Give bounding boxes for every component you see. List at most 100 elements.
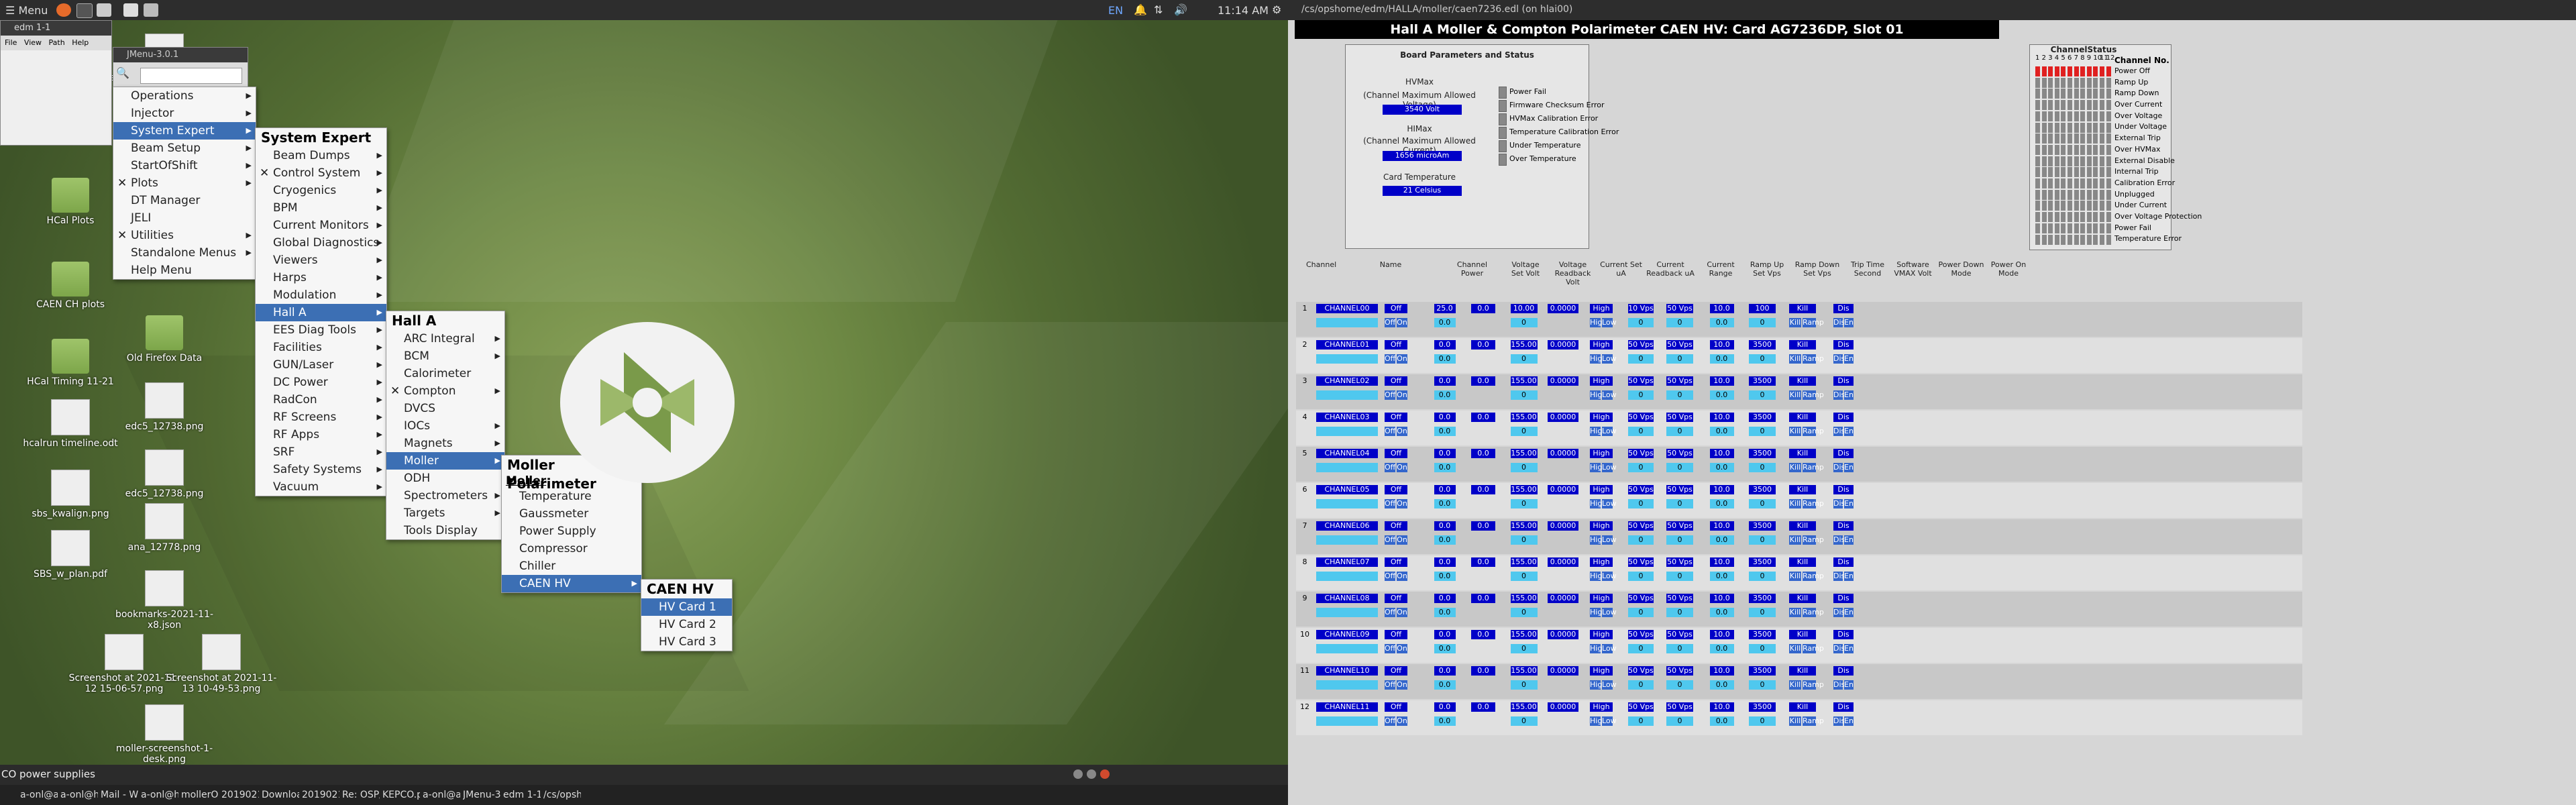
kill-button[interactable]: Kill bbox=[1789, 644, 1801, 653]
menu-item[interactable]: CAEN HV ▶ bbox=[502, 575, 641, 592]
voltage-set-input[interactable]: 0.0 bbox=[1434, 680, 1456, 690]
channel-name-input[interactable] bbox=[1316, 354, 1378, 364]
power-off-button[interactable]: Off bbox=[1385, 644, 1395, 653]
ramp-down-input[interactable]: 0 bbox=[1666, 680, 1693, 690]
ramp-down-input[interactable]: 0 bbox=[1666, 318, 1693, 327]
ramp-up-input[interactable]: 0 bbox=[1628, 463, 1654, 472]
range-high-button[interactable]: High bbox=[1590, 572, 1607, 581]
power-off-button[interactable]: Off bbox=[1385, 499, 1395, 508]
en-button[interactable]: En bbox=[1844, 608, 1854, 617]
voltage-set-input[interactable]: 0.0 bbox=[1434, 572, 1456, 581]
trip-time-input[interactable]: 0.0 bbox=[1709, 390, 1734, 400]
edm-mini-window[interactable]: edm 1-1 File View Path Help bbox=[0, 20, 112, 146]
menu-item[interactable]: Targets ▶ bbox=[386, 504, 504, 522]
ramp-up-input[interactable]: 0 bbox=[1628, 499, 1654, 508]
taskbar-item[interactable]: edm 1-1-... bbox=[503, 787, 541, 803]
menu-button[interactable]: ☰ Menu bbox=[5, 4, 48, 17]
range-high-button[interactable]: High bbox=[1590, 680, 1607, 690]
kill-button[interactable]: Kill bbox=[1789, 680, 1801, 690]
taskbar-item[interactable]: a-onl@a... bbox=[20, 787, 58, 803]
en-button[interactable]: En bbox=[1844, 535, 1854, 545]
dis-button[interactable]: Dis bbox=[1833, 499, 1845, 508]
menu-item[interactable]: Hall A ▶ bbox=[256, 304, 386, 321]
software-vmax-input[interactable]: 0 bbox=[1749, 644, 1776, 653]
range-low-button[interactable]: Low bbox=[1602, 680, 1617, 690]
current-set-input[interactable]: 0 bbox=[1510, 680, 1538, 690]
power-off-button[interactable]: Off bbox=[1385, 390, 1395, 400]
range-low-button[interactable]: Low bbox=[1602, 535, 1617, 545]
channel-name-input[interactable] bbox=[1316, 318, 1378, 327]
ramp-up-input[interactable]: 0 bbox=[1628, 644, 1654, 653]
menu-path[interactable]: Path bbox=[49, 38, 65, 47]
ramp-button[interactable]: Ramp bbox=[1803, 463, 1824, 472]
kill-button[interactable]: Kill bbox=[1789, 572, 1801, 581]
kill-button[interactable]: Kill bbox=[1789, 535, 1801, 545]
dis-button[interactable]: Dis bbox=[1833, 644, 1845, 653]
menu-item[interactable]: DT Manager bbox=[113, 192, 256, 209]
current-set-input[interactable]: 0 bbox=[1510, 608, 1538, 617]
menu-item[interactable]: Injector ▶ bbox=[113, 105, 256, 122]
trip-time-input[interactable]: 0.0 bbox=[1709, 463, 1734, 472]
notification-icon[interactable]: 🔔 bbox=[1134, 3, 1147, 16]
range-high-button[interactable]: High bbox=[1590, 318, 1607, 327]
power-off-button[interactable]: Off bbox=[1385, 535, 1395, 545]
menu-item[interactable]: GUN/Laser ▶ bbox=[256, 356, 386, 374]
power-on-button[interactable]: On bbox=[1397, 499, 1407, 508]
software-vmax-input[interactable]: 0 bbox=[1749, 572, 1776, 581]
channel-name-input[interactable] bbox=[1316, 390, 1378, 400]
range-low-button[interactable]: Low bbox=[1602, 463, 1617, 472]
menu-file[interactable]: File bbox=[5, 38, 17, 47]
trip-time-input[interactable]: 0.0 bbox=[1709, 499, 1734, 508]
power-off-button[interactable]: Off bbox=[1385, 354, 1395, 364]
dis-button[interactable]: Dis bbox=[1833, 572, 1845, 581]
desktop-icon[interactable]: Screenshot at 2021-11-13 10-49-53.png bbox=[164, 634, 278, 694]
range-low-button[interactable]: Low bbox=[1602, 499, 1617, 508]
taskbar-item[interactable]: Re: OSP/... bbox=[342, 787, 380, 803]
menu-item[interactable]: RadCon ▶ bbox=[256, 391, 386, 409]
trip-time-input[interactable]: 0.0 bbox=[1709, 572, 1734, 581]
desktop-icon[interactable]: ana_12778.png bbox=[107, 503, 221, 553]
channel-name-input[interactable] bbox=[1316, 463, 1378, 472]
desktop-icon[interactable]: bookmarks-2021-11-x8.json bbox=[107, 570, 221, 631]
menu-item[interactable]: Beam Setup ▶ bbox=[113, 140, 256, 157]
network-icon[interactable]: ⇅ bbox=[1154, 3, 1163, 16]
ramp-down-input[interactable]: 0 bbox=[1666, 572, 1693, 581]
voltage-set-input[interactable]: 0.0 bbox=[1434, 427, 1456, 436]
current-set-input[interactable]: 0 bbox=[1510, 716, 1538, 726]
ramp-down-input[interactable]: 0 bbox=[1666, 716, 1693, 726]
ramp-up-input[interactable]: 0 bbox=[1628, 390, 1654, 400]
ramp-down-input[interactable]: 0 bbox=[1666, 608, 1693, 617]
menu-item[interactable]: Temperature bbox=[502, 488, 641, 505]
power-on-button[interactable]: On bbox=[1397, 572, 1407, 581]
power-on-button[interactable]: On bbox=[1397, 463, 1407, 472]
kill-button[interactable]: Kill bbox=[1789, 354, 1801, 364]
power-off-button[interactable]: Off bbox=[1385, 463, 1395, 472]
channel-name-input[interactable] bbox=[1316, 535, 1378, 545]
ramp-button[interactable]: Ramp bbox=[1803, 354, 1824, 364]
software-vmax-input[interactable]: 0 bbox=[1749, 463, 1776, 472]
kill-button[interactable]: Kill bbox=[1789, 318, 1801, 327]
channel-name-input[interactable] bbox=[1316, 644, 1378, 653]
trip-time-input[interactable]: 0.0 bbox=[1709, 535, 1734, 545]
power-off-button[interactable]: Off bbox=[1385, 680, 1395, 690]
ramp-down-input[interactable]: 0 bbox=[1666, 535, 1693, 545]
taskbar-item[interactable]: 2019021... bbox=[221, 787, 259, 803]
software-vmax-input[interactable]: 0 bbox=[1749, 499, 1776, 508]
menu-item[interactable]: ODH bbox=[386, 470, 504, 487]
keyboard-layout[interactable]: EN bbox=[1108, 4, 1123, 17]
menu-item[interactable]: Operations ▶ bbox=[113, 87, 256, 105]
voltage-set-input[interactable]: 0.0 bbox=[1434, 716, 1456, 726]
menu-item[interactable]: DC Power ▶ bbox=[256, 374, 386, 391]
ramp-button[interactable]: Ramp bbox=[1803, 572, 1824, 581]
kill-button[interactable]: Kill bbox=[1789, 499, 1801, 508]
power-on-button[interactable]: On bbox=[1397, 680, 1407, 690]
menu-item[interactable]: ✕ Control System ▶ bbox=[256, 164, 386, 182]
voltage-set-input[interactable]: 0.0 bbox=[1434, 499, 1456, 508]
power-on-button[interactable]: On bbox=[1397, 427, 1407, 436]
current-set-input[interactable]: 0 bbox=[1510, 390, 1538, 400]
menu-item[interactable]: RF Screens ▶ bbox=[256, 409, 386, 426]
channel-name-input[interactable] bbox=[1316, 680, 1378, 690]
taskbar-item[interactable]: 2019021... bbox=[302, 787, 339, 803]
en-button[interactable]: En bbox=[1844, 499, 1854, 508]
taskbar-item[interactable]: KEPCO.p... bbox=[382, 787, 420, 803]
